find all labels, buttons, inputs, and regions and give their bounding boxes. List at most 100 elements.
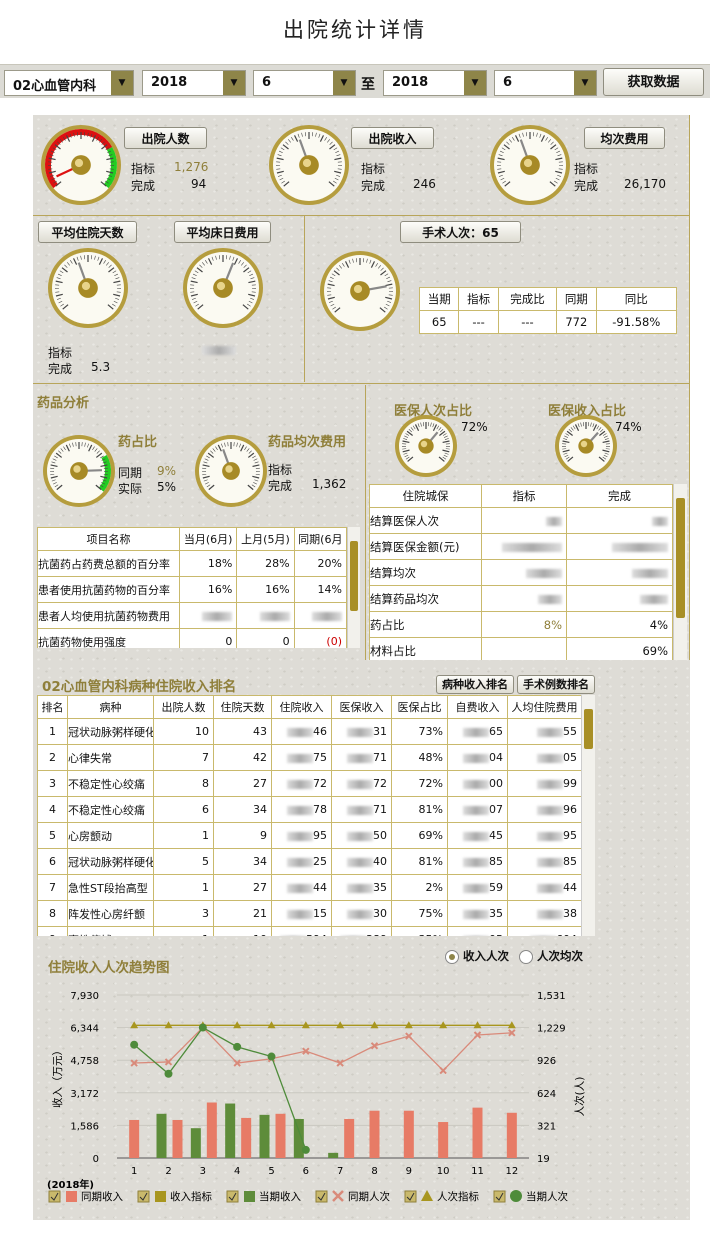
department-select[interactable]: 02心血管内科 ▼ xyxy=(4,70,134,96)
drug-table-container[interactable]: 项目名称 当月(6月) 上月(5月) 同期(6月 抗菌药占药费总额的百分率 18%… xyxy=(37,527,360,648)
legend-checkbox[interactable] xyxy=(48,1190,61,1203)
avg-bed-cost-button[interactable]: 平均床日费用 xyxy=(174,221,271,243)
discharge-count-done: 94 xyxy=(191,177,207,191)
bar-同期收入 xyxy=(275,1113,286,1158)
insurance-table-scrollbar[interactable] xyxy=(673,484,687,660)
cell-text: 6 xyxy=(49,855,56,868)
cell-text: 1 xyxy=(49,725,56,738)
cell-text: 81% xyxy=(418,855,443,868)
table-header: 完成 xyxy=(566,484,673,508)
radio-selected-icon[interactable] xyxy=(445,949,459,964)
discharge-income-button[interactable]: 出院收入 xyxy=(351,127,434,149)
radio-unselected-icon[interactable] xyxy=(519,949,533,964)
point-当期人次 xyxy=(198,1023,207,1032)
table-cell: 7 xyxy=(153,744,214,771)
chevron-down-icon[interactable]: ▼ xyxy=(111,71,133,95)
target-label: 指标 xyxy=(131,162,156,176)
month-from-select[interactable]: 6 ▼ xyxy=(253,70,356,96)
y-right-tick: 1,229 xyxy=(537,1024,566,1035)
avg-cost-gauge xyxy=(489,124,571,209)
point-同期人次 xyxy=(439,1066,447,1075)
legend-checkbox[interactable] xyxy=(315,1190,328,1203)
table-cell: 7 xyxy=(37,874,68,901)
legend-label: 同期收入 xyxy=(81,1190,123,1203)
masked-value xyxy=(347,779,373,789)
table-cell: 21 xyxy=(213,900,272,927)
table-header: 住院城保 xyxy=(369,484,482,508)
drug-table-scrollbar[interactable] xyxy=(347,527,360,648)
y-left-tick: 1,586 xyxy=(70,1121,99,1132)
chevron-down-icon[interactable]: ▼ xyxy=(574,71,596,95)
table-cell: 10 xyxy=(213,926,272,936)
cell-text: 27 xyxy=(253,777,267,790)
cell-text: 65 xyxy=(489,725,503,738)
avg-cost-done: 26,170 xyxy=(624,177,666,191)
x-tick: 1 xyxy=(131,1166,137,1177)
masked-value xyxy=(652,516,668,526)
table-row: 药占比 8% 4% xyxy=(369,611,673,638)
table-cell: 材料占比 xyxy=(369,637,482,660)
discharge-count-button[interactable]: 出院人数 xyxy=(124,127,207,149)
cell-text: 冠状动脉粥样硬化 xyxy=(68,855,154,869)
surgery-count-button[interactable]: 手术人次：65 xyxy=(400,221,521,243)
legend-checkbox[interactable] xyxy=(137,1190,150,1203)
chevron-down-icon[interactable]: ▼ xyxy=(464,71,486,95)
trend-title: 住院收入人次趋势图 xyxy=(48,960,170,976)
avg-cost-button[interactable]: 均次费用 xyxy=(584,127,665,149)
masked-value xyxy=(202,611,233,621)
cell-text: 75 xyxy=(313,751,327,764)
fetch-data-button[interactable]: 获取数据 xyxy=(603,68,704,96)
cell-text: 3 xyxy=(202,907,209,920)
radio-label: 收入人次 xyxy=(463,949,510,963)
scroll-thumb[interactable] xyxy=(584,709,593,749)
masked-value xyxy=(463,935,489,936)
y-right-tick: 19 xyxy=(537,1154,550,1165)
table-cell: 1 xyxy=(153,926,214,936)
y-left-tick: 7,930 xyxy=(70,991,99,1002)
year-from-select[interactable]: 2018 ▼ xyxy=(142,70,246,96)
table-cell xyxy=(293,602,348,629)
chevron-down-icon[interactable]: ▼ xyxy=(333,71,355,95)
table-cell: 27 xyxy=(213,770,272,797)
cell-text: 1 xyxy=(202,829,209,842)
table-cell: 72 xyxy=(331,770,392,797)
table-cell: 72 xyxy=(271,770,332,797)
table-cell: 9 xyxy=(37,926,68,936)
legend-checkbox[interactable] xyxy=(226,1190,239,1203)
radio-income-count[interactable]: 收入人次 xyxy=(445,948,509,964)
table-cell: 75 xyxy=(271,744,332,771)
year-to-select[interactable]: 2018 ▼ xyxy=(383,70,487,96)
insurance-table-container[interactable]: 住院城保 指标 完成 结算医保人次 结算医保金额(元) 结算均次 结算药品均次 … xyxy=(369,484,687,660)
month-to-select[interactable]: 6 ▼ xyxy=(494,70,597,96)
cell-text: 1 xyxy=(202,933,209,936)
masked-value xyxy=(287,727,313,737)
cell-text: 35% xyxy=(419,933,443,936)
legend-label: 收入指标 xyxy=(170,1190,212,1203)
disease-income-rank-button[interactable]: 病种收入排名 xyxy=(436,675,514,694)
radio-avg-count[interactable]: 人次均次 xyxy=(519,948,583,964)
legend-checkbox[interactable] xyxy=(404,1190,417,1203)
point-当期人次 xyxy=(301,1145,310,1154)
table-cell: 心房颤动 xyxy=(67,822,154,849)
ranking-table-container[interactable]: 排名 病种 出院人数 住院天数 住院收入 医保收入 医保占比 自费收入 人均住院… xyxy=(37,695,595,936)
chevron-down-icon[interactable]: ▼ xyxy=(223,71,245,95)
drug-avg-gauge xyxy=(194,434,268,511)
ranking-table-scrollbar[interactable] xyxy=(581,695,595,936)
to-label: 至 xyxy=(361,77,375,93)
masked-value xyxy=(347,857,373,867)
table-cell: 6 xyxy=(153,796,214,823)
cell-text: 81% xyxy=(418,803,443,816)
bar-同期收入 xyxy=(403,1110,414,1158)
legend-swatch xyxy=(421,1190,433,1201)
actual-label: 实际 xyxy=(118,482,143,496)
surgery-count-rank-button[interactable]: 手术例数排名 xyxy=(517,675,595,694)
x-tick: 9 xyxy=(406,1166,412,1177)
scroll-thumb[interactable] xyxy=(676,498,685,618)
legend-checkbox[interactable] xyxy=(493,1190,506,1203)
table-cell: 2 xyxy=(37,744,68,771)
cell-text: 48% xyxy=(418,751,443,764)
point-同期人次 xyxy=(336,1059,344,1067)
avg-days-button[interactable]: 平均住院天数 xyxy=(38,221,137,243)
x-tick: 12 xyxy=(505,1166,518,1177)
scroll-thumb[interactable] xyxy=(350,541,358,611)
